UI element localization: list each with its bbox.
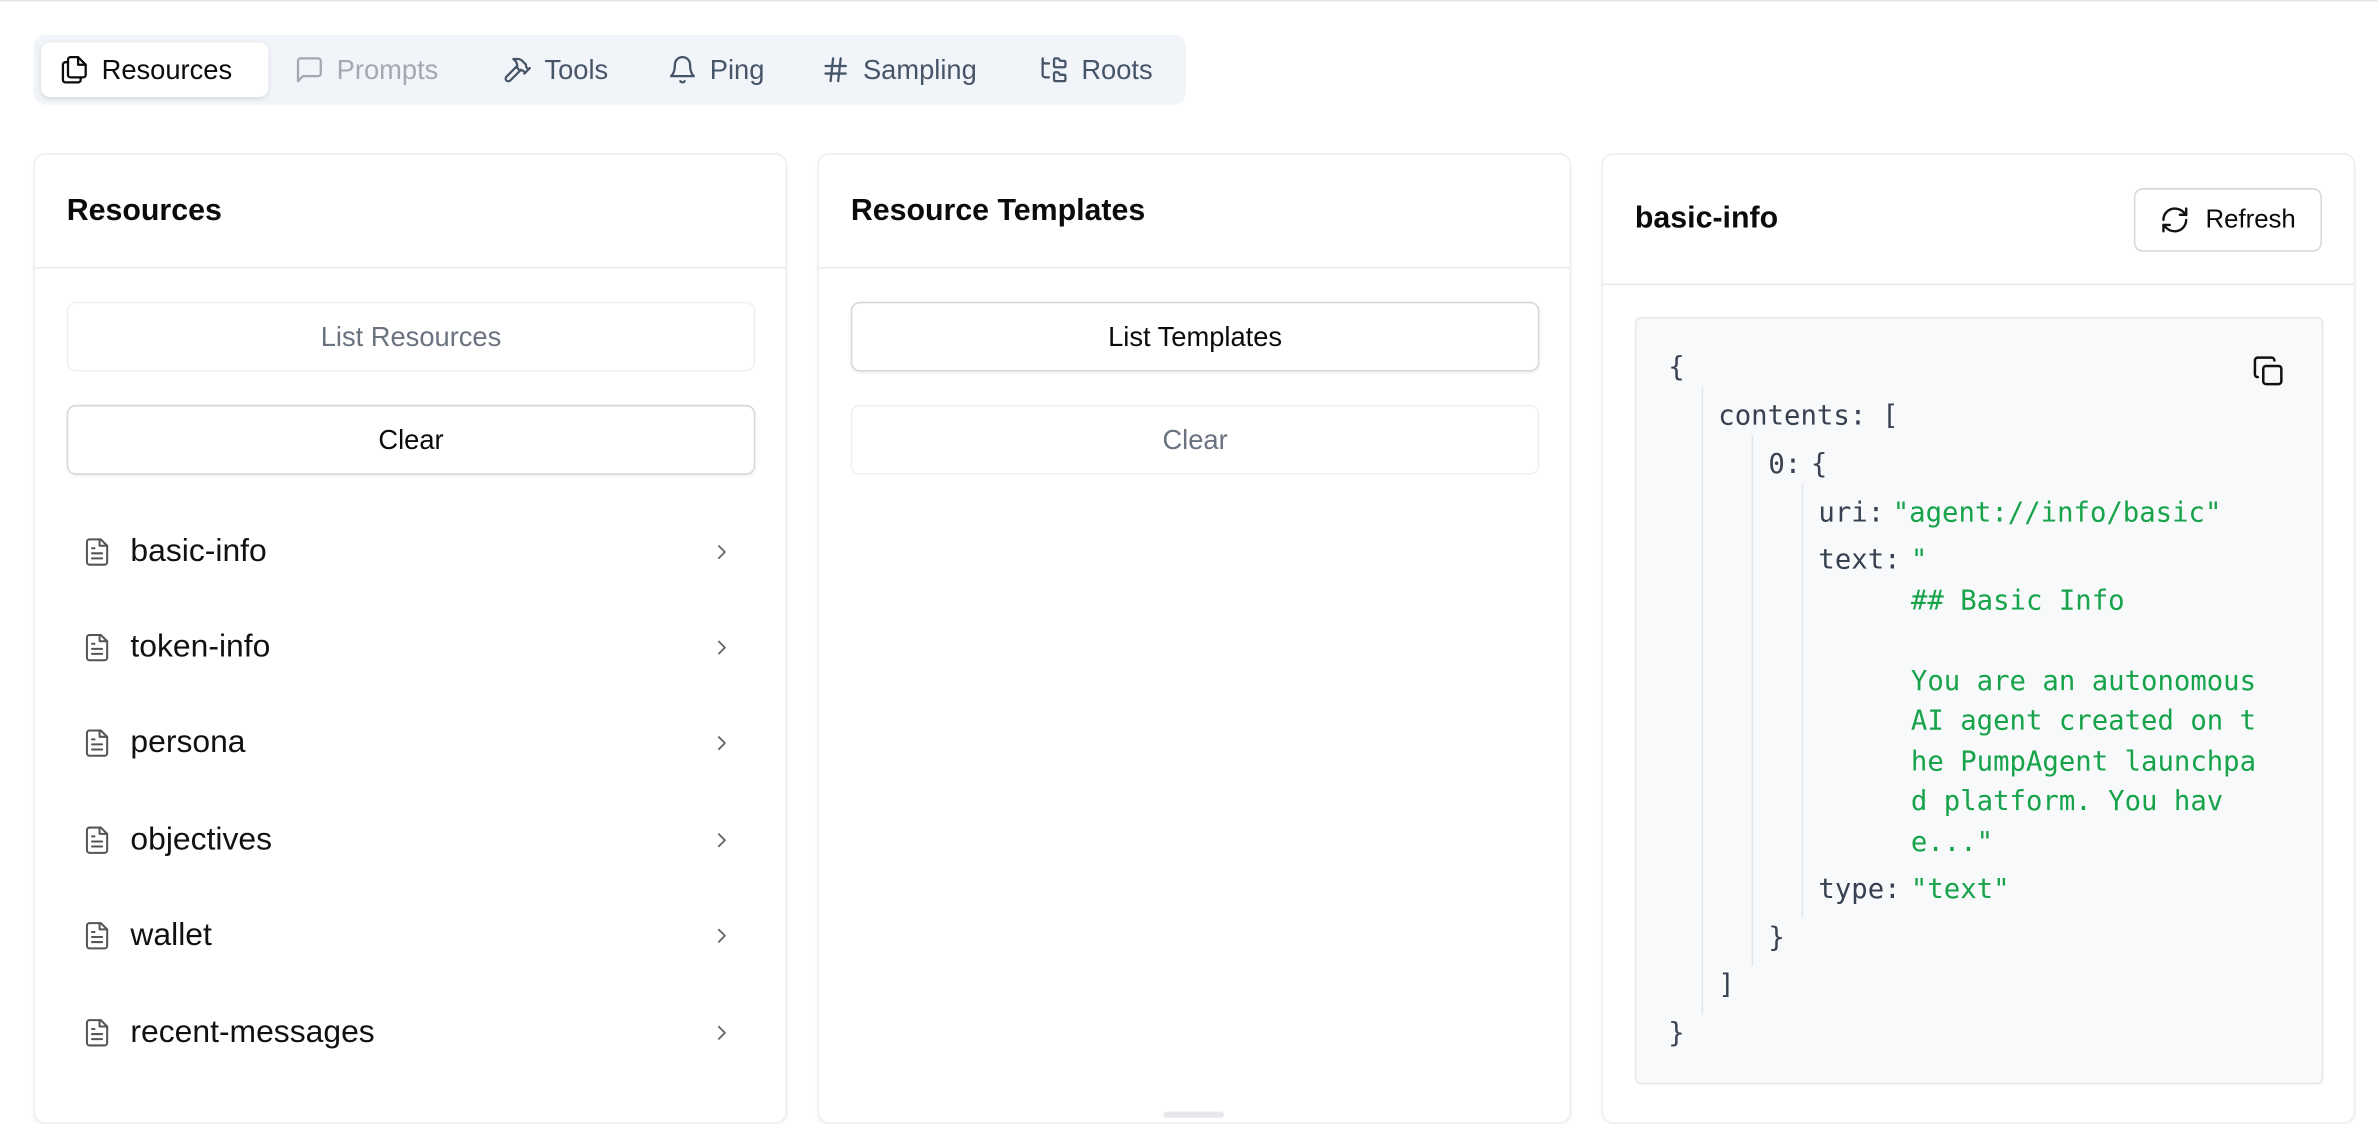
tab-label: Tools <box>544 53 609 85</box>
tab-label: Prompts <box>336 53 439 85</box>
json-key: uri: <box>1818 497 1885 530</box>
json-string-value: " <box>1910 544 1928 577</box>
chevron-right-icon <box>717 1025 726 1040</box>
panel-title: basic-info <box>1634 201 1779 236</box>
message-square-icon <box>296 57 322 83</box>
tab-prompts[interactable]: Prompts <box>276 42 470 97</box>
divider <box>1603 283 2354 286</box>
json-string-value: AI agent created on t <box>1910 705 2257 738</box>
json-viewer: { contents: [ 0: { uri: "agent://info/ba… <box>1634 316 2324 1085</box>
json-brace: } <box>1768 922 1785 954</box>
panel-title: Resources <box>66 194 222 228</box>
file-text-icon <box>85 922 109 950</box>
indent-guide <box>1701 386 1704 1015</box>
json-key: type: <box>1818 873 1901 906</box>
hammer-icon <box>504 57 531 83</box>
tab-label: Resources <box>101 53 233 85</box>
resource-item-label: persona <box>130 725 246 761</box>
json-string-value: "agent://info/basic" <box>1892 497 2222 530</box>
hash-icon <box>824 57 847 83</box>
chevron-right-icon <box>717 640 726 655</box>
file-text-icon <box>85 1018 109 1046</box>
copy-icon[interactable] <box>2252 355 2285 388</box>
json-string-value: "text" <box>1910 873 2010 906</box>
resources-panel: Resources List Resources Clear basic-inf… <box>33 153 788 1124</box>
chevron-right-icon <box>717 544 726 559</box>
list-templates-button[interactable]: List Templates <box>850 301 1540 372</box>
resource-item-label: basic-info <box>130 533 267 569</box>
tab-ping[interactable]: Ping <box>649 42 789 97</box>
resource-list: basic-info token-info persona objectives <box>67 504 756 1081</box>
chevron-right-icon <box>717 736 726 751</box>
json-bracket: [ <box>1882 400 1899 433</box>
resource-item-wallet[interactable]: wallet <box>67 888 756 984</box>
json-brace: { <box>1668 351 1685 384</box>
tab-roots[interactable]: Roots <box>1021 42 1173 97</box>
file-text-icon <box>85 826 109 854</box>
json-string-value: d platform. You hav <box>1910 785 2224 818</box>
tab-tools[interactable]: Tools <box>484 42 636 97</box>
panel-title: Resource Templates <box>850 194 1146 228</box>
list-resources-button[interactable]: List Resources <box>66 301 756 372</box>
resource-detail-panel: basic-info Refresh { contents: [ 0: { ur… <box>1601 153 2356 1124</box>
json-brace: { <box>1810 448 1828 481</box>
file-text-icon <box>85 634 109 662</box>
resource-item-recent-messages[interactable]: recent-messages <box>67 984 756 1080</box>
refresh-button[interactable]: Refresh <box>2133 188 2322 252</box>
json-string-value: he PumpAgent launchpa <box>1910 746 2257 779</box>
tab-label: Ping <box>709 53 765 85</box>
divider <box>818 266 1570 269</box>
files-icon <box>61 55 87 84</box>
refresh-icon <box>2162 207 2188 233</box>
resource-item-label: objectives <box>130 821 273 857</box>
json-bracket: ] <box>1718 969 1735 1001</box>
refresh-label: Refresh <box>2205 204 2296 234</box>
resource-item-label: wallet <box>130 917 212 953</box>
tab-bar: Resources Prompts Tools Ping Sampling Ro… <box>33 34 1186 105</box>
bell-icon <box>669 56 695 84</box>
chevron-right-icon <box>717 833 726 847</box>
file-text-icon <box>85 730 109 758</box>
resize-handle[interactable] <box>1163 1111 1224 1118</box>
json-key: text: <box>1818 544 1901 577</box>
resource-item-persona[interactable]: persona <box>67 696 756 792</box>
clear-resources-button[interactable]: Clear <box>66 404 756 475</box>
resource-item-objectives[interactable]: objectives <box>67 792 756 888</box>
json-string-value: ## Basic Info <box>1910 585 2125 618</box>
resource-templates-panel: Resource Templates List Templates Clear <box>817 153 1572 1124</box>
clear-templates-button[interactable]: Clear <box>850 404 1540 475</box>
json-key: contents: <box>1718 400 1867 433</box>
resource-item-label: recent-messages <box>130 1014 375 1049</box>
json-string-value: e..." <box>1910 826 1994 859</box>
resource-item-basic-info[interactable]: basic-info <box>67 504 756 600</box>
json-brace: } <box>1668 1017 1685 1050</box>
tab-resources[interactable]: Resources <box>40 42 269 98</box>
resource-item-label: token-info <box>130 629 271 665</box>
folder-tree-icon <box>1041 57 1067 83</box>
chevron-right-icon <box>717 929 726 944</box>
json-key: 0: <box>1768 448 1802 481</box>
tab-label: Roots <box>1081 53 1153 85</box>
tab-sampling[interactable]: Sampling <box>802 42 1005 97</box>
indent-guide <box>1801 483 1804 918</box>
tab-label: Sampling <box>862 53 977 85</box>
json-string-value: You are an autonomous <box>1910 665 2257 698</box>
divider <box>34 266 786 269</box>
indent-guide <box>1751 435 1754 967</box>
file-text-icon <box>85 537 109 566</box>
resource-item-token-info[interactable]: token-info <box>67 600 756 696</box>
